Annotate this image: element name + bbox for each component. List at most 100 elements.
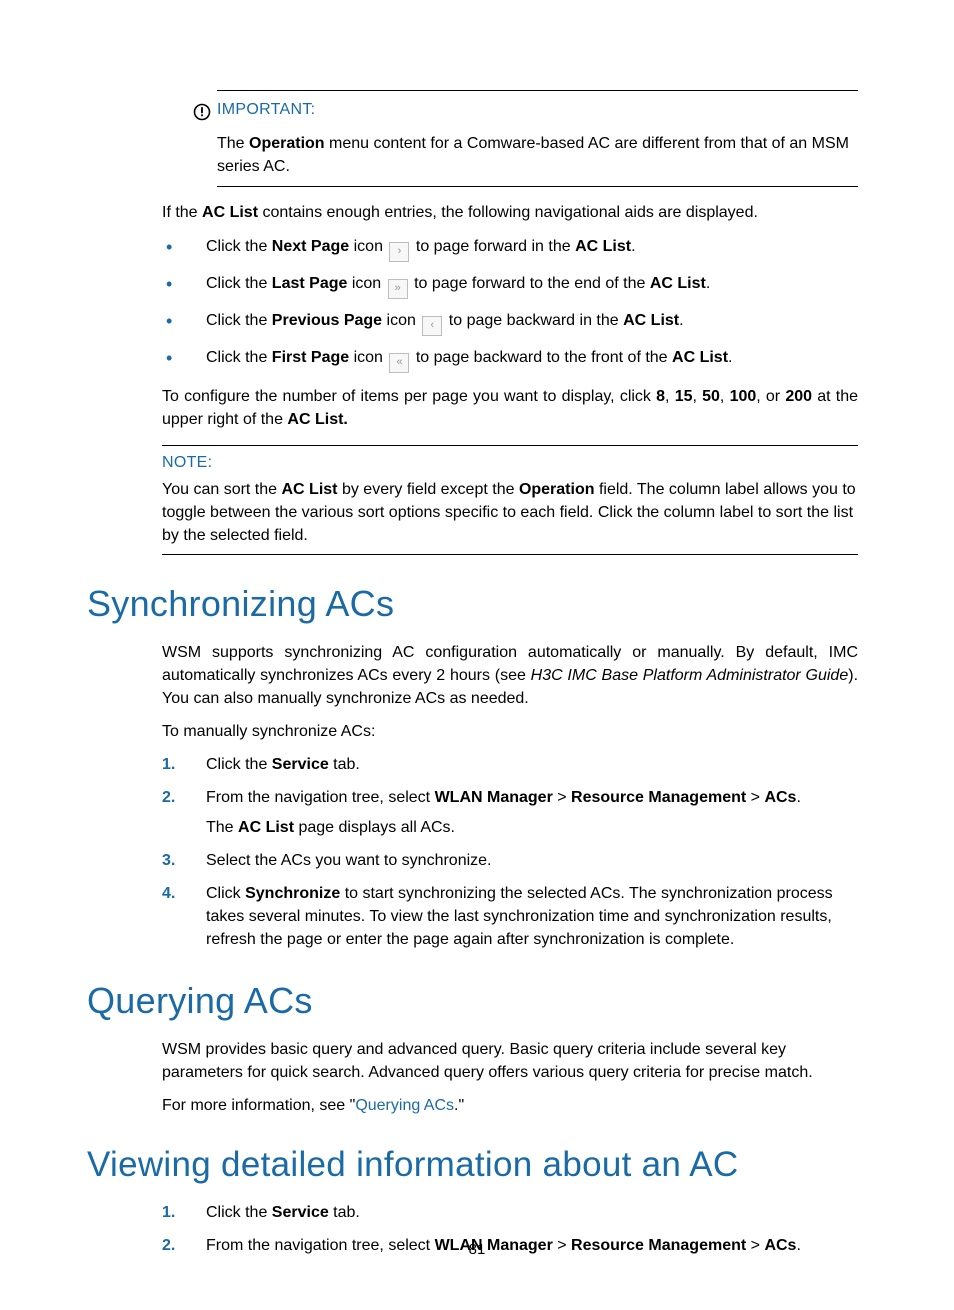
text-bold: AC List [623,312,679,329]
text-bold: Service [272,756,329,773]
step-number: 1. [162,1201,188,1224]
text: contains enough entries, the following n… [258,204,758,221]
text: . [728,349,732,366]
step-number: 2. [162,786,188,809]
list-item: 4. Click Synchronize to start synchroniz… [162,882,858,952]
text: tab. [329,756,360,773]
step-number: 1. [162,753,188,776]
text-bold: 100 [730,388,757,405]
text: For more information, see " [162,1097,355,1114]
text: . [706,275,710,292]
step-subtext: The AC List page displays all ACs. [206,816,858,839]
text: To configure the number of items per pag… [162,388,656,405]
pager-config-para: To configure the number of items per pag… [162,385,858,431]
text-bold: Last Page [272,275,348,292]
text-italic: H3C IMC Base Platform Administrator Guid… [531,667,849,684]
text: page displays all ACs. [294,819,455,836]
text-bold: AC List [202,204,258,221]
nav-intro: If the AC List contains enough entries, … [162,201,858,224]
text: > [553,789,571,806]
sync-steps: 1. Click the Service tab. 2. From the na… [162,753,858,951]
important-header-row: IMPORTANT: [193,101,858,126]
note-block: NOTE: You can sort the AC List by every … [162,445,858,555]
page: IMPORTANT: The Operation menu content fo… [0,0,954,1310]
text: Select the ACs you want to synchronize. [206,852,491,869]
query-more-info: For more information, see "Querying ACs.… [162,1094,858,1117]
text-bold: AC List [650,275,706,292]
text-bold: 200 [785,388,812,405]
text: Click the [206,1204,272,1221]
text: to page backward to the front of the [411,349,672,366]
text: icon [382,312,420,329]
text: icon [347,275,385,292]
nav-bullet-list: Click the Next Page icon › to page forwa… [162,235,858,373]
text: , [665,388,675,405]
important-label: IMPORTANT: [217,101,315,119]
sync-lead: To manually synchronize ACs: [162,720,858,743]
text: > [746,789,764,806]
text: Click the [206,275,272,292]
text-bold: Operation [519,481,595,498]
step-number: 4. [162,882,188,905]
text: From the navigation tree, select [206,789,435,806]
text: Click the [206,238,272,255]
text: If the [162,204,202,221]
list-item: Click the Previous Page icon ‹ to page b… [162,309,858,336]
sync-content: WSM supports synchronizing AC configurat… [162,641,858,952]
query-content: WSM provides basic query and advanced qu… [162,1038,858,1118]
content-block: If the AC List contains enough entries, … [162,201,858,431]
query-intro: WSM provides basic query and advanced qu… [162,1038,858,1084]
text: tab. [329,1204,360,1221]
text-bold: AC List. [287,411,347,428]
text: Click the [206,312,272,329]
text: to page forward in the [411,238,575,255]
text: icon [349,349,387,366]
text-bold: AC List [238,819,294,836]
text: . [631,238,635,255]
text: . [679,312,683,329]
text: by every field except the [338,481,519,498]
heading-viewing-detailed-info: Viewing detailed information about an AC [87,1145,858,1185]
first-page-icon: « [389,353,409,373]
list-item: 2. From the navigation tree, select WLAN… [162,786,858,838]
step-number: 3. [162,849,188,872]
link-querying-acs[interactable]: Querying ACs [355,1097,454,1114]
text: The [206,819,238,836]
text: , [692,388,702,405]
text: Click the [206,349,272,366]
text: You can sort the [162,481,282,498]
text: ." [454,1097,464,1114]
text: . [796,789,800,806]
list-item: 1. Click the Service tab. [162,1201,858,1224]
text: Click [206,885,245,902]
list-item: 1. Click the Service tab. [162,753,858,776]
heading-querying-acs: Querying ACs [87,980,858,1022]
text-bold: Previous Page [272,312,382,329]
text-bold: Operation [249,135,325,152]
text-bold: 50 [702,388,720,405]
text-bold: WLAN Manager [435,789,553,806]
list-item: Click the First Page icon « to page back… [162,346,858,373]
text-bold: AC List [282,481,338,498]
text-bold: Service [272,1204,329,1221]
text: to page backward in the [444,312,623,329]
note-body: You can sort the AC List by every field … [162,478,858,548]
heading-synchronizing-acs: Synchronizing ACs [87,583,858,625]
text-bold: 15 [675,388,693,405]
text-bold: Next Page [272,238,349,255]
text-bold: AC List [575,238,631,255]
text: icon [349,238,387,255]
text-bold: 8 [656,388,665,405]
important-rule-bottom [217,186,858,187]
text: to page forward to the end of the [410,275,650,292]
text: Click the [206,756,272,773]
note-label: NOTE: [162,454,858,472]
previous-page-icon: ‹ [422,316,442,336]
text-bold: Synchronize [245,885,340,902]
text: , [720,388,730,405]
text-bold: ACs [764,789,796,806]
important-icon [193,103,211,126]
important-rule-top [217,90,858,91]
sync-intro: WSM supports synchronizing AC configurat… [162,641,858,711]
important-body: The Operation menu content for a Comware… [217,132,858,178]
